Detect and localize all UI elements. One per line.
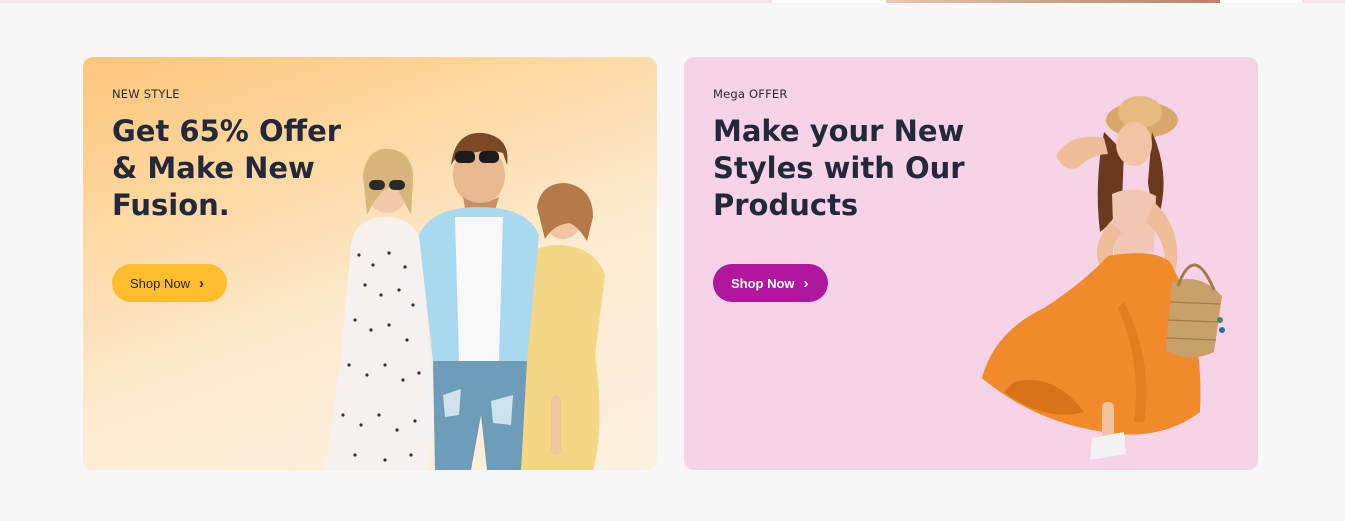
woman-left-figure [325,148,434,470]
shop-now-button[interactable]: Shop Now › [713,264,828,302]
top-strip-image-edge [886,0,1220,3]
chevron-right-icon: › [803,274,809,292]
woman-photo [982,96,1225,460]
group-photo [325,132,605,470]
shop-now-button[interactable]: Shop Now › [112,264,227,302]
shop-now-label: Shop Now [731,275,795,291]
top-image-strip [0,0,1345,3]
man-figure [419,132,539,470]
promo-banner-mega-offer: Mega OFFER Make your New Styles with Our… [684,57,1258,470]
banner-eyebrow: NEW STYLE [112,87,180,101]
woman-figure [982,96,1225,460]
shop-now-label: Shop Now [130,275,190,291]
promo-banner-new-style: NEW STYLE Get 65% Offer & Make New Fusio… [83,57,657,470]
banner-eyebrow: Mega OFFER [713,87,788,101]
banner-headline: Make your New Styles with Our Products [713,114,965,222]
chevron-right-icon: › [198,274,204,292]
